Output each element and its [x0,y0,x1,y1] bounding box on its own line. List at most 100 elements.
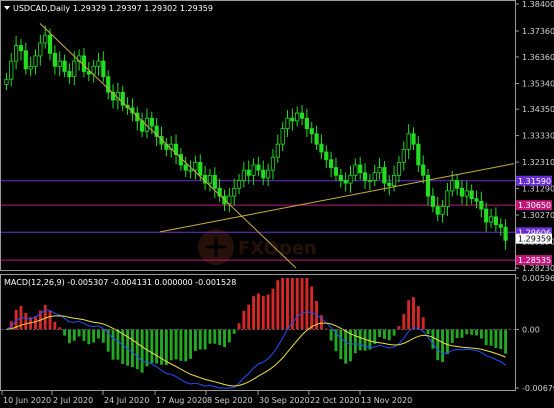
candle [188,169,193,172]
candle [416,143,421,166]
macd-tick-label: 0.005968 [522,274,554,283]
macd-tick-label: -0.006791 [522,384,554,393]
macd-title: MACD(12,26,9) -0.005307 -0.004131 0.0000… [4,278,236,287]
candle [392,174,397,187]
candle [421,164,426,176]
candle [72,60,77,78]
candle [382,167,387,184]
candle [198,161,203,176]
candle [425,174,431,197]
candle [440,206,445,215]
candle [401,148,406,163]
chart-title: USDCAD,Daily 1.29329 1.29397 1.29302 1.2… [4,4,213,13]
current-price-label: 1.29359 [518,235,551,244]
candle [33,55,38,67]
price-tick-label: 1.28230 [522,264,554,273]
price-tick-label: 1.32310 [522,158,554,167]
candle [406,133,411,150]
candle [47,34,53,54]
candle [207,174,213,184]
time-tick-label: 30 Sep 2020 [259,396,310,405]
candle [329,159,334,168]
level-price-label: 1.28535 [518,256,551,265]
candle [343,180,348,184]
candle [464,190,469,197]
time-tick-label: 24 Jul 2020 [104,396,149,405]
candle [295,112,300,122]
candle [4,78,9,85]
candle [304,117,309,130]
price-tick-label: 1.35340 [522,79,554,88]
candle [445,190,450,207]
macd-axis: 0.005968 0.00 -0.006791 [515,274,554,393]
symbol-title: USDCAD,Daily [13,4,70,13]
candle [358,164,363,174]
candle [251,164,256,176]
candle [280,128,285,145]
candle [193,161,198,171]
candle [246,169,251,176]
time-tick-label: 22 Oct 2020 [310,396,359,405]
candle [459,187,465,197]
price-tick-label: 1.38400 [522,0,554,9]
candle [28,65,33,70]
candle [450,180,455,192]
candle [479,200,484,210]
price-tick-label: 1.31290 [522,185,554,194]
candle [493,216,498,226]
price-axis: 1.38400 1.37360 1.36360 1.35340 1.34350 1.333… [515,0,554,273]
candle [319,143,324,153]
time-tick-label: 17 Aug 2020 [156,396,207,405]
candle [241,169,246,181]
candle [474,198,479,202]
candle [367,180,372,182]
candle [396,161,402,176]
candle [377,167,382,174]
time-tick-label: 2 Jul 2020 [53,396,93,405]
candle [149,117,154,127]
candle [362,172,368,181]
price-tick-label: 1.34350 [522,105,554,114]
candle [430,195,435,207]
svg-text:FXOpen: FXOpen [238,238,317,259]
candle [435,206,440,215]
candle [484,208,489,223]
candle [101,60,106,78]
candle [183,164,188,171]
candle [14,45,19,62]
candle [353,164,358,176]
level-price-label: 1.31590 [518,177,551,186]
candle [469,190,474,200]
candle [67,71,72,78]
candle [43,34,48,44]
candle [52,52,57,67]
candle [266,169,271,179]
candle [236,180,242,189]
candle [333,167,339,176]
candle [261,169,266,179]
candle [256,164,261,171]
candle [96,60,101,67]
candle [38,42,43,57]
price-tick-label: 1.33330 [522,132,554,141]
time-tick-label: 10 Jun 2020 [3,396,51,405]
candle [270,156,276,171]
price-tick-label: 1.30270 [522,211,554,220]
candle [299,112,305,119]
candle [57,60,62,67]
candle [275,143,280,158]
mt4-chart-window[interactable]: FXOpen 1.38400 1.37360 1.36360 1.35340 1.343… [0,0,554,408]
candle [18,45,24,52]
candle [232,187,237,197]
candle [488,216,494,223]
price-tick-label: 1.37360 [522,27,554,36]
candle [503,226,508,241]
main-price-panel[interactable] [0,0,516,271]
candle [23,50,28,70]
candle [387,182,392,187]
macd-tick-label: 0.00 [522,325,540,334]
time-tick-label: 8 Sep 2020 [207,396,253,405]
time-tick-label: 13 Nov 2020 [361,396,412,405]
candle [372,172,377,181]
candle [285,117,290,130]
